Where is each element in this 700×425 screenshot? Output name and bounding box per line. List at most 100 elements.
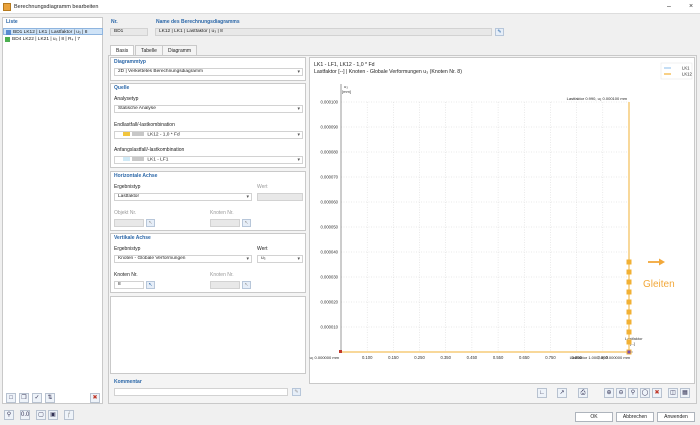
objekt-nr-field[interactable]	[114, 219, 144, 227]
x-tick-label: 0.150	[388, 355, 399, 360]
kommentar-title: Kommentar	[114, 379, 142, 385]
tab-diagramm[interactable]: Diagramm	[162, 45, 198, 55]
chart-title: LK1 - LF1, LK12 - 1,0 * Fd	[314, 62, 375, 68]
color-swatch	[6, 30, 11, 35]
list-header: Liste	[6, 19, 18, 25]
v-knoten2-pick-icon[interactable]: ↖	[242, 281, 251, 289]
list-item-label: BD1 LK12 | LK1 | Lastfaktor | u₃ | 8	[13, 30, 88, 35]
callout-label: Gleiten	[643, 279, 675, 290]
list-item[interactable]: BD4 LK22 | LK21 | u₃ | 8 | R₄ | 7	[3, 36, 103, 43]
zoom-out-icon[interactable]: ⊖	[616, 388, 626, 398]
lk12-color-swatch	[123, 132, 130, 136]
data-point	[626, 309, 632, 315]
v-knoten2-nr-field[interactable]	[210, 281, 240, 289]
v-knoten-nr-field[interactable]: 8	[114, 281, 144, 289]
minimize-icon[interactable]: –	[664, 2, 674, 12]
image-icon[interactable]: ▣	[48, 410, 58, 420]
chart: LK1 - LF1, LK12 - 1,0 * Fd Lastfaktor [-…	[309, 62, 692, 360]
annotation-top: Lastfaktor 0.990, u₃ 0.000100 mm	[567, 96, 628, 101]
lk1-color-swatch	[123, 157, 130, 161]
kommentar-edit-icon[interactable]: ✎	[292, 388, 301, 396]
list-item-label: BD4 LK22 | LK21 | u₃ | 8 | R₄ | 7	[12, 37, 81, 42]
function-icon[interactable]: ƒ	[64, 410, 74, 420]
annotation-start: Lastfaktor 0.000, u₃ 0.000000 mm	[309, 355, 340, 360]
endlastfall-label: Endlastfall/-lastkombination	[114, 122, 175, 128]
color-swatch	[5, 37, 10, 42]
y-tick-label: 0.000070	[321, 175, 339, 180]
data-point	[626, 269, 632, 275]
y-tick-label: 0.000060	[321, 200, 339, 205]
lk1-gray-swatch	[132, 157, 144, 161]
diagrammtyp-select[interactable]: 2D | Verkettetes Berechnungsdiagramm	[114, 68, 303, 76]
end-marker	[627, 350, 631, 354]
legend-label: LK12	[682, 72, 692, 77]
v-wert-select[interactable]: u₃	[257, 255, 303, 263]
x-tick-label: 0.650	[519, 355, 530, 360]
edit-name-icon[interactable]: ✎	[495, 28, 504, 36]
y-axis-unit: [mm]	[342, 89, 351, 94]
zoom-window-icon[interactable]: ⚲	[628, 388, 638, 398]
endlastfall-select[interactable]: LK12 - 1,0 * Fd	[114, 131, 303, 139]
chart-axis-icon[interactable]: ↗	[557, 388, 567, 398]
nr-label: Nr.	[111, 19, 118, 25]
zoom-all-icon[interactable]: ◯	[640, 388, 650, 398]
title-bar: Berechnungsdiagramm bearbeiten – ×	[0, 0, 700, 14]
data-point	[626, 319, 632, 325]
objekt-pick-icon[interactable]: ↖	[146, 219, 155, 227]
list-item[interactable]: BD1 LK12 | LK1 | Lastfaktor | u₃ | 8	[3, 28, 103, 35]
print-icon[interactable]: ⎙	[578, 388, 588, 398]
y-tick-label: 0.000040	[321, 250, 339, 255]
annotation-end: Lastfaktor 1.000, u₃ 0.000000 mm	[570, 355, 631, 360]
zoom-reset-icon[interactable]: ✖	[652, 388, 662, 398]
empty-area	[110, 296, 306, 374]
y-tick-label: 0.000010	[321, 325, 339, 330]
data-point	[626, 299, 632, 305]
anfangslastfall-select[interactable]: LK1 - LF1	[114, 156, 303, 164]
h-wert-label: Wert	[257, 184, 268, 190]
apply-button[interactable]: Anwenden	[657, 412, 695, 422]
legend-label: LK1	[682, 66, 690, 71]
window-title: Berechnungsdiagramm bearbeiten	[14, 4, 99, 10]
nr-field[interactable]: BD1	[110, 28, 148, 36]
callout-arrow-head	[659, 258, 665, 266]
app-icon	[3, 3, 11, 11]
ok-button[interactable]: OK	[575, 412, 613, 422]
v-knoten-pick-icon[interactable]: ↖	[146, 281, 155, 289]
y-tick-label: 0.000030	[321, 275, 339, 280]
name-label: Name des Berechnungsdiagramms	[156, 19, 240, 25]
h-ergebnistyp-select[interactable]: Lastfaktor	[114, 193, 252, 201]
units-icon[interactable]: 0.0	[20, 410, 30, 420]
renumber-icon[interactable]: ⇅	[45, 393, 55, 403]
lk12-gray-swatch	[132, 132, 144, 136]
v-ergebnistyp-select[interactable]: Knoten - Globale Verformungen	[114, 255, 252, 263]
close-icon[interactable]: ×	[686, 2, 696, 12]
x-tick-label: 0.350	[440, 355, 451, 360]
delete-icon[interactable]: ✖	[90, 393, 100, 403]
analysetyp-select[interactable]: Statische Analyse	[114, 105, 303, 113]
x-tick-label: 0.100	[362, 355, 373, 360]
h-wert-field[interactable]	[257, 193, 303, 201]
view-split-icon[interactable]: ◫	[668, 388, 678, 398]
search-icon[interactable]: ⚲	[4, 410, 14, 420]
tab-tabelle[interactable]: Tabelle	[135, 45, 163, 55]
name-field[interactable]: LK12 | LK1 | Lastfaktor | u₃ | 8	[155, 28, 492, 36]
view-table-icon[interactable]: ▦	[680, 388, 690, 398]
y-tick-label: 0.000090	[321, 125, 339, 130]
horizontale-achse-title: Horizontale Achse	[114, 173, 158, 179]
kommentar-field[interactable]	[114, 388, 288, 396]
copy-item-icon[interactable]: ❐	[19, 393, 29, 403]
chart-type-icon[interactable]: ∟	[537, 388, 547, 398]
cancel-button[interactable]: Abbrechen	[616, 412, 654, 422]
y-tick-label: 0.000100	[321, 100, 339, 105]
start-marker	[339, 350, 342, 353]
display-icon[interactable]: ▢	[36, 410, 46, 420]
new-item-icon[interactable]: □	[6, 393, 16, 403]
zoom-in-icon[interactable]: ⊕	[604, 388, 614, 398]
h-knoten-nr-label: Knoten Nr.	[210, 210, 234, 216]
data-point	[626, 289, 632, 295]
h-knoten-nr-field[interactable]	[210, 219, 240, 227]
h-knoten-pick-icon[interactable]: ↖	[242, 219, 251, 227]
check-icon[interactable]: ✓	[32, 393, 42, 403]
endlastfall-value: LK12 - 1,0 * Fd	[147, 132, 180, 138]
objekt-nr-label: Objekt Nr.	[114, 210, 137, 216]
